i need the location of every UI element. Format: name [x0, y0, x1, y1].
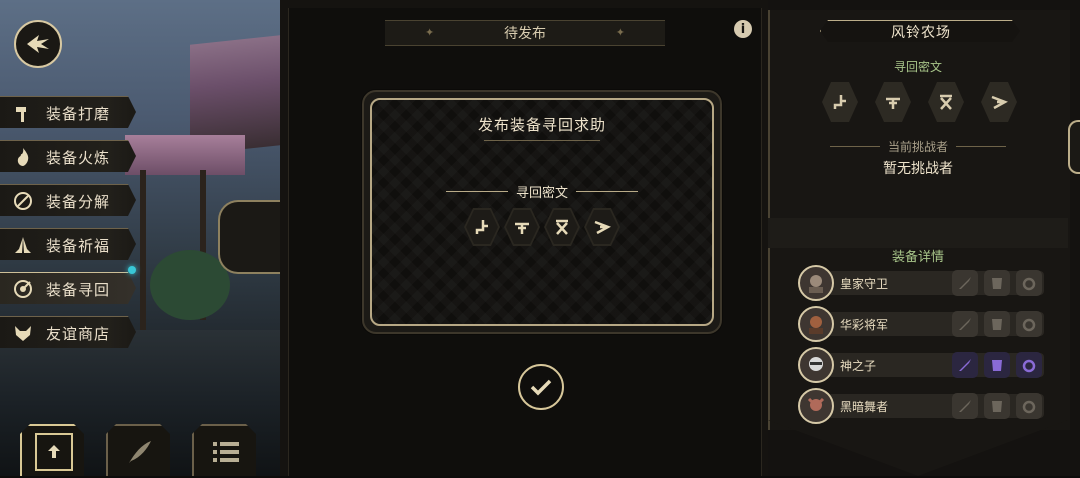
- armor-slot-icon: [984, 393, 1010, 419]
- side-menu-item-disassemble[interactable]: 装备分解: [0, 184, 136, 216]
- rune-slot-4[interactable]: [584, 208, 620, 246]
- character-name: 皇家守卫: [840, 277, 889, 291]
- divider: [445, 191, 508, 192]
- confirm-button[interactable]: [518, 364, 564, 410]
- cipher-runes: [372, 208, 712, 246]
- house-roof: [125, 135, 245, 175]
- side-menu-item-polish[interactable]: 装备打磨: [0, 96, 136, 128]
- avatar: [798, 388, 834, 424]
- modal-inner: 发布装备寻回求助 寻回密文: [370, 98, 714, 326]
- feather-icon: [129, 441, 151, 463]
- rune-a-icon: [822, 82, 858, 122]
- rune-slot-2[interactable]: [504, 208, 540, 246]
- character-row[interactable]: 华彩将军: [798, 306, 1048, 342]
- equipment-details-list: 皇家守卫 华彩将军 神之子 黑暗舞者: [798, 265, 1048, 430]
- disassemble-icon: [12, 190, 34, 212]
- wooden-beam: [140, 170, 146, 330]
- side-menu-item-retrieve[interactable]: 装备寻回: [0, 272, 136, 304]
- sword-slot-icon: [952, 311, 978, 337]
- upload-icon: [35, 433, 73, 471]
- rune-c-icon: [556, 219, 568, 235]
- farm-name-banner: 风铃农场: [820, 20, 1020, 42]
- equipment-details-label: 装备详情: [891, 250, 944, 265]
- back-button[interactable]: [14, 20, 62, 68]
- divider: [956, 146, 1006, 147]
- back-arrow-icon: [27, 35, 49, 53]
- side-menu: 装备打磨 装备火炼 装备分解 装备祈福 装备寻回 友谊商店: [0, 96, 140, 360]
- ring-slot-icon: [1016, 270, 1042, 296]
- list-icon: [213, 442, 239, 462]
- panel-edge-handle[interactable]: [1068, 120, 1080, 174]
- character-row[interactable]: 黑暗舞者: [798, 388, 1048, 424]
- section-divider: [768, 218, 1068, 248]
- current-challenger-label: 当前挑战者: [887, 140, 948, 154]
- challenger-label-row: 当前挑战者: [768, 138, 1068, 155]
- sword-slot-icon: [952, 352, 978, 378]
- avatar: [798, 265, 834, 301]
- rune-c-icon: [928, 82, 964, 122]
- tab-quill[interactable]: [106, 424, 170, 476]
- side-menu-item-forge[interactable]: 装备火炼: [0, 140, 136, 172]
- farm-cipher-runes: [822, 82, 1017, 122]
- avatar: [798, 347, 834, 383]
- rune-d-icon: [594, 220, 611, 235]
- side-menu-item-pray[interactable]: 装备祈福: [0, 228, 136, 260]
- checkmark-icon: [530, 379, 552, 396]
- current-challenger-value: 暂无挑战者: [883, 161, 953, 177]
- side-menu-label: 装备祈福: [46, 236, 111, 255]
- fox-icon: [12, 322, 34, 344]
- ornament-icon: ✦: [615, 26, 625, 39]
- avatar: [798, 306, 834, 342]
- side-menu-label: 友谊商店: [46, 324, 111, 343]
- divider: [829, 146, 880, 147]
- sword-slot-icon: [952, 270, 978, 296]
- side-menu-label: 装备火炼: [46, 148, 111, 167]
- rune-a-icon: [475, 220, 488, 234]
- divider: [576, 191, 638, 192]
- rune-d-icon: [981, 82, 1017, 122]
- armor-slot-icon: [984, 270, 1010, 296]
- armor-slot-icon: [984, 311, 1010, 337]
- farm-panel: 风铃农场 寻回密文 当前挑战者 暂无挑战者 装备详情 皇家守卫 华彩将军 神之子…: [768, 0, 1080, 476]
- character-row[interactable]: 皇家守卫: [798, 265, 1048, 301]
- side-menu-item-shop[interactable]: 友谊商店: [0, 316, 136, 348]
- sword-slot-icon: [952, 393, 978, 419]
- tab-list[interactable]: [192, 424, 256, 476]
- target-icon: [12, 278, 34, 300]
- cipher-label: 寻回密文: [515, 186, 568, 201]
- character-name: 华彩将军: [840, 318, 889, 332]
- ring-slot-icon: [1016, 352, 1042, 378]
- tree: [150, 250, 230, 320]
- ring-slot-icon: [1016, 393, 1042, 419]
- active-indicator-dot: [128, 266, 136, 274]
- pending-header: ✦ 待发布 ✦: [385, 20, 665, 46]
- flame-icon: [12, 146, 34, 168]
- side-menu-label: 装备打磨: [46, 104, 111, 123]
- character-name: 神之子: [840, 359, 877, 373]
- rune-slot-1[interactable]: [464, 208, 500, 246]
- modal-title: 发布装备寻回求助: [477, 116, 606, 134]
- hammer-icon: [12, 102, 34, 124]
- ring-slot-icon: [1016, 311, 1042, 337]
- cipher-label-row: 寻回密文: [372, 182, 712, 201]
- side-menu-label: 装备寻回: [46, 280, 111, 299]
- rune-b-icon: [515, 222, 529, 234]
- rune-slot-3[interactable]: [544, 208, 580, 246]
- info-icon[interactable]: i: [734, 20, 752, 38]
- expand-handle[interactable]: [218, 200, 282, 274]
- rune-b-icon: [875, 82, 911, 122]
- divider: [484, 140, 600, 141]
- pray-icon: [12, 234, 34, 256]
- ornament-icon: ✦: [425, 26, 435, 39]
- character-name: 黑暗舞者: [840, 400, 889, 414]
- tab-publish[interactable]: [20, 424, 84, 476]
- armor-slot-icon: [984, 352, 1010, 378]
- side-menu-label: 装备分解: [46, 192, 111, 211]
- character-row[interactable]: 神之子: [798, 347, 1048, 383]
- farm-cipher-label: 寻回密文: [893, 60, 942, 74]
- pending-title: 待发布: [504, 26, 546, 42]
- publish-modal: 发布装备寻回求助 寻回密文: [362, 90, 722, 334]
